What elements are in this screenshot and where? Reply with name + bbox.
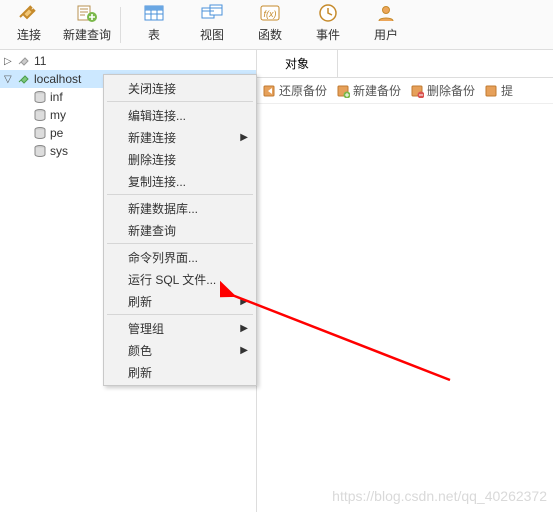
chevron-right-icon: ▶ (240, 296, 248, 307)
action-label: 新建备份 (353, 82, 401, 99)
menu-separator (107, 243, 253, 244)
menu-color[interactable]: 颜色▶ (106, 339, 254, 361)
toolbar-label: 函数 (258, 26, 282, 43)
toolbar-view[interactable]: 视图 (183, 2, 241, 43)
toolbar-divider (120, 7, 121, 43)
main-area: ▷ 11 ▽ localhost inf my pe sys (0, 50, 553, 512)
delete-backup-button[interactable]: 删除备份 (405, 82, 479, 99)
chevron-right-icon: ▶ (240, 345, 248, 356)
object-actions: 还原备份 新建备份 删除备份 提 (257, 78, 553, 104)
connection-context-menu: 关闭连接 编辑连接... 新建连接▶ 删除连接 复制连接... 新建数据库...… (103, 74, 257, 386)
action-label: 删除备份 (427, 82, 475, 99)
new-backup-icon (335, 83, 351, 99)
view-icon (198, 2, 226, 24)
menu-separator (107, 101, 253, 102)
toolbar-function[interactable]: f(x) 函数 (241, 2, 299, 43)
restore-backup-button[interactable]: 还原备份 (257, 82, 331, 99)
toolbar-label: 事件 (316, 26, 340, 43)
toolbar-label: 表 (148, 26, 160, 43)
menu-new-database[interactable]: 新建数据库... (106, 197, 254, 219)
toolbar-label: 新建查询 (63, 26, 111, 43)
menu-edit-connection[interactable]: 编辑连接... (106, 104, 254, 126)
menu-new-query[interactable]: 新建查询 (106, 219, 254, 241)
more-button[interactable]: 提 (479, 82, 517, 99)
main-toolbar: 连接 新建查询 表 视图 f(x) 函数 事件 用户 (0, 0, 553, 50)
watermark: https://blog.csdn.net/qq_40262372 (332, 488, 547, 504)
delete-backup-icon (409, 83, 425, 99)
chevron-right-icon: ▶ (240, 323, 248, 334)
tree-label: my (50, 108, 66, 122)
disclosure-icon[interactable]: ▽ (4, 74, 16, 85)
menu-refresh-2[interactable]: 刷新 (106, 361, 254, 383)
new-query-icon (73, 2, 101, 24)
new-backup-button[interactable]: 新建备份 (331, 82, 405, 99)
svg-text:f(x): f(x) (264, 9, 277, 19)
tree-label: inf (50, 90, 63, 104)
database-icon (32, 89, 48, 105)
menu-close-connection[interactable]: 关闭连接 (106, 77, 254, 99)
user-icon (372, 2, 400, 24)
table-icon (140, 2, 168, 24)
disclosure-icon[interactable]: ▷ (4, 56, 16, 67)
tree-label: 11 (34, 54, 46, 68)
database-icon (32, 125, 48, 141)
menu-console[interactable]: 命令列界面... (106, 246, 254, 268)
tree-label: localhost (34, 72, 81, 86)
tree-label: pe (50, 126, 63, 140)
connection-closed-icon (16, 53, 32, 69)
more-icon (483, 83, 499, 99)
plug-icon (15, 2, 43, 24)
menu-separator (107, 194, 253, 195)
function-icon: f(x) (256, 2, 284, 24)
menu-manage-group[interactable]: 管理组▶ (106, 317, 254, 339)
toolbar-label: 用户 (374, 26, 398, 43)
action-label: 还原备份 (279, 82, 327, 99)
menu-refresh[interactable]: 刷新▶ (106, 290, 254, 312)
action-label: 提 (501, 82, 513, 99)
connection-open-icon (16, 71, 32, 87)
database-icon (32, 107, 48, 123)
menu-delete-connection[interactable]: 删除连接 (106, 148, 254, 170)
toolbar-table[interactable]: 表 (125, 2, 183, 43)
tree-label: sys (50, 144, 68, 158)
chevron-right-icon: ▶ (240, 132, 248, 143)
event-icon (314, 2, 342, 24)
toolbar-label: 视图 (200, 26, 224, 43)
menu-run-sql-file[interactable]: 运行 SQL 文件... (106, 268, 254, 290)
toolbar-new-query[interactable]: 新建查询 (58, 2, 116, 43)
tab-label: 对象 (285, 55, 309, 72)
tree-item[interactable]: ▷ 11 (0, 52, 256, 70)
toolbar-user[interactable]: 用户 (357, 2, 415, 43)
toolbar-label: 连接 (17, 26, 41, 43)
database-icon (32, 143, 48, 159)
menu-duplicate-connection[interactable]: 复制连接... (106, 170, 254, 192)
restore-icon (261, 83, 277, 99)
content-area: 对象 还原备份 新建备份 删除备份 提 (257, 50, 553, 512)
menu-new-connection[interactable]: 新建连接▶ (106, 126, 254, 148)
tab-bar: 对象 (257, 50, 553, 78)
menu-separator (107, 314, 253, 315)
toolbar-connect[interactable]: 连接 (0, 2, 58, 43)
tab-objects[interactable]: 对象 (257, 50, 338, 77)
toolbar-event[interactable]: 事件 (299, 2, 357, 43)
